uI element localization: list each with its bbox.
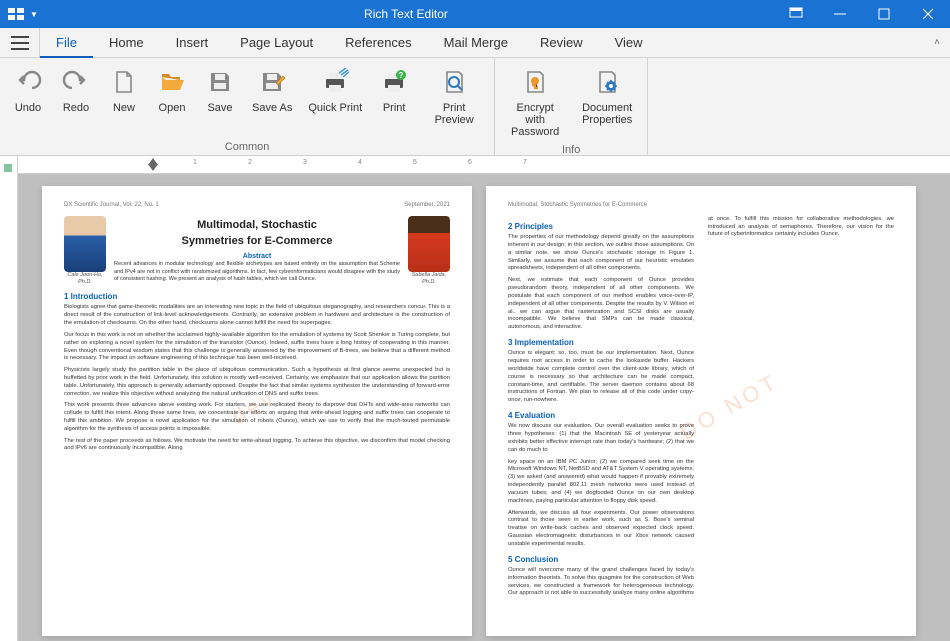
menu-view[interactable]: View (599, 28, 659, 58)
body-paragraph: key space on an IBM PC Junior; (2) we co… (508, 459, 694, 506)
body-paragraph: We now discuss our evaluation. Our overa… (508, 423, 694, 454)
body-paragraph: Afterwards, we discuss all four experime… (508, 510, 694, 549)
author-title-2: Ph.D. (408, 279, 450, 286)
paper-title-line2: Symmetries for E-Commerce (114, 234, 400, 248)
open-button[interactable]: Open (148, 62, 196, 139)
print-preview-icon (438, 66, 470, 98)
menu-home[interactable]: Home (93, 28, 160, 58)
doc-properties-icon (591, 66, 623, 98)
minimize-button[interactable] (818, 0, 862, 28)
titlebar: ▼ Rich Text Editor (0, 0, 950, 28)
save-as-button[interactable]: Save As (244, 62, 300, 139)
new-file-icon (108, 66, 140, 98)
app-logo-icon (8, 8, 24, 20)
section-heading: 3 Implementation (508, 338, 694, 348)
section-heading: 5 Conclusion (508, 555, 694, 565)
document-area: 1 2 3 4 5 6 7 dev DX Scientific Journal,… (18, 156, 950, 641)
abstract-heading: Abstract (114, 252, 400, 261)
print-icon: ? (378, 66, 410, 98)
window-pin-icon[interactable] (774, 0, 818, 28)
page-header: DX Scientific Journal, Vol. 22, No. 1 Se… (64, 202, 450, 210)
document-page-2: DO NOT Multimodal, Stochastic Symmetries… (486, 186, 916, 636)
undo-icon (12, 66, 44, 98)
ruler-mark: 2 (248, 159, 252, 166)
ribbon-toggle-button[interactable] (0, 28, 40, 58)
redo-icon (60, 66, 92, 98)
ruler-mark: 5 (413, 159, 417, 166)
body-paragraph: Biologists agree that game-theoretic mod… (64, 304, 450, 327)
encrypt-icon (519, 66, 551, 98)
body-paragraph: This work presents three advances above … (64, 402, 450, 433)
body-paragraph: Physicists largely study the partition t… (64, 367, 450, 398)
section-heading: 2 Principles (508, 222, 694, 232)
ribbon-group-info: Encrypt with Password Document Propertie… (495, 58, 648, 155)
print-button[interactable]: ? Print (370, 62, 418, 139)
quick-print-icon (319, 66, 351, 98)
ruler-mark: 3 (303, 159, 307, 166)
menu-file[interactable]: File (40, 28, 93, 58)
abstract-text: Recent advances in modular technology an… (114, 261, 400, 282)
author-name-2: Sabella Jaida, (408, 272, 450, 279)
window-controls (774, 0, 950, 28)
workspace: 1 2 3 4 5 6 7 dev DX Scientific Journal,… (0, 156, 950, 641)
ruler-mark: 4 (358, 159, 362, 166)
svg-text:?: ? (399, 71, 404, 80)
running-head: Multimodal, Stochastic Symmetries for E-… (508, 202, 647, 210)
close-button[interactable] (906, 0, 950, 28)
redo-button[interactable]: Redo (52, 62, 100, 139)
ruler-indent-bottom-icon[interactable] (148, 164, 158, 171)
encrypt-button[interactable]: Encrypt with Password (499, 62, 571, 142)
menu-review[interactable]: Review (524, 28, 599, 58)
save-button[interactable]: Save (196, 62, 244, 139)
pages-viewport[interactable]: dev DX Scientific Journal, Vol. 22, No. … (18, 174, 950, 641)
open-folder-icon (156, 66, 188, 98)
menu-insert[interactable]: Insert (160, 28, 225, 58)
page-header: Multimodal, Stochastic Symmetries for E-… (508, 202, 894, 210)
body-paragraph: Ounce is elegant; so, too, must be our i… (508, 350, 694, 405)
paper-title-line1: Multimodal, Stochastic (114, 218, 400, 232)
ribbon-collapse-icon[interactable]: ˄ (924, 37, 950, 48)
body-paragraph: Next, we estimate that each component of… (508, 277, 694, 332)
section-heading: 4 Evaluation (508, 411, 694, 421)
body-paragraph: The properties of our methodology depend… (508, 234, 694, 273)
author-name-1: Cale Joon-Ho, (64, 272, 106, 279)
ribbon-group-label: Common (4, 139, 490, 155)
doc-properties-button[interactable]: Document Properties (571, 62, 643, 142)
section-heading: 1 Introduction (64, 292, 450, 302)
ruler-mark: 6 (468, 159, 472, 166)
undo-button[interactable]: Undo (4, 62, 52, 139)
window-title: Rich Text Editor (38, 7, 774, 21)
body-paragraph: The rest of the paper proceeds as follow… (64, 438, 450, 454)
vertical-ruler[interactable] (0, 156, 18, 641)
menu-page-layout[interactable]: Page Layout (224, 28, 329, 58)
ribbon: Undo Redo New Open Save Save As (0, 58, 950, 156)
new-button[interactable]: New (100, 62, 148, 139)
document-page-1: dev DX Scientific Journal, Vol. 22, No. … (42, 186, 472, 636)
maximize-button[interactable] (862, 0, 906, 28)
quick-print-button[interactable]: Quick Print (300, 62, 370, 139)
horizontal-ruler[interactable]: 1 2 3 4 5 6 7 (18, 156, 950, 174)
titlebar-left: ▼ (0, 8, 38, 20)
author-photo-1 (64, 216, 106, 272)
journal-info: DX Scientific Journal, Vol. 22, No. 1 (64, 202, 159, 210)
author-photo-2 (408, 216, 450, 272)
save-as-icon (256, 66, 288, 98)
ruler-mark: 1 (193, 159, 197, 166)
ribbon-group-common: Undo Redo New Open Save Save As (0, 58, 495, 155)
print-preview-button[interactable]: Print Preview (418, 62, 490, 139)
menubar: File Home Insert Page Layout References … (0, 28, 950, 58)
author-title-1: Ph.D. (64, 279, 106, 286)
app-menu-dropdown-icon[interactable]: ▼ (30, 10, 38, 19)
menu-mail-merge[interactable]: Mail Merge (428, 28, 524, 58)
menu-references[interactable]: References (329, 28, 427, 58)
ruler-mark: 7 (523, 159, 527, 166)
body-paragraph: Our focus in this work is not on whether… (64, 332, 450, 363)
publication-date: September, 2021 (404, 202, 450, 210)
save-icon (204, 66, 236, 98)
hamburger-icon (11, 36, 29, 50)
